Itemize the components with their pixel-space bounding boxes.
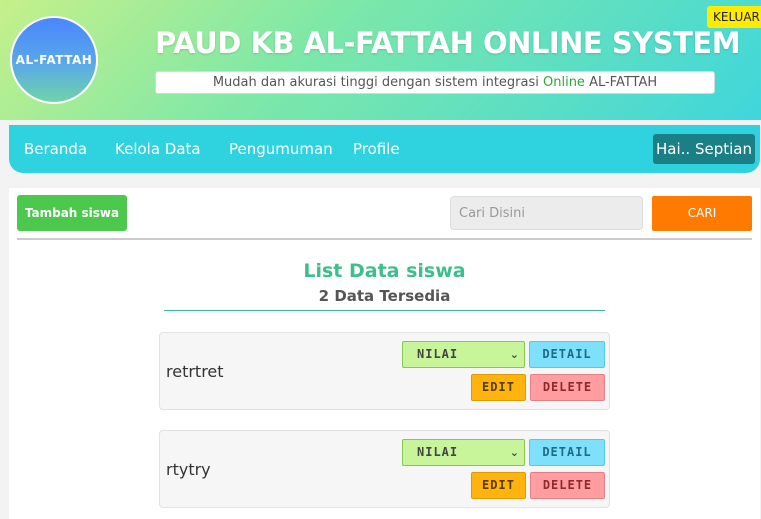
list-item: retrtret NILAI ⌄ DETAIL EDIT DELETE [159, 332, 610, 410]
tagline: Mudah dan akurasi tinggi dengan sistem i… [155, 71, 715, 94]
detail-button[interactable]: DETAIL [529, 439, 605, 466]
search-input[interactable] [450, 196, 643, 230]
edit-button[interactable]: EDIT [471, 472, 526, 499]
user-greeting[interactable]: Hai.. Septian [653, 134, 755, 164]
title-divider [164, 310, 605, 311]
content-panel: Tambah siswa CARI List Data siswa 2 Data… [9, 188, 760, 519]
detail-button[interactable]: DETAIL [529, 341, 605, 368]
nav-item-beranda[interactable]: Beranda [24, 125, 87, 173]
divider [17, 238, 752, 240]
nav-item-pengumuman[interactable]: Pengumuman [229, 125, 333, 173]
nilai-select[interactable]: NILAI ⌄ [402, 341, 525, 368]
nilai-select-value: NILAI [417, 347, 459, 361]
list-count: 2 Data Tersedia [318, 287, 451, 305]
delete-button[interactable]: DELETE [530, 374, 605, 401]
main-nav: Beranda Kelola Data Pengumuman Profile H… [9, 125, 760, 173]
tagline-highlight: Online [543, 75, 585, 90]
chevron-down-icon: ⌄ [509, 446, 520, 459]
tagline-text: Mudah dan akurasi tinggi dengan sistem i… [212, 75, 543, 90]
student-name: rtytry [166, 460, 211, 479]
delete-button[interactable]: DELETE [530, 472, 605, 499]
logo-text: AL-FATTAH [15, 53, 93, 67]
tagline-text-end: AL-FATTAH [584, 75, 658, 90]
search-button[interactable]: CARI [652, 196, 752, 231]
site-title: PAUD KB AL-FATTAH ONLINE SYSTEM [155, 26, 741, 60]
logout-button[interactable]: KELUAR [707, 6, 761, 28]
nav-item-profile[interactable]: Profile [353, 125, 400, 173]
chevron-down-icon: ⌄ [509, 348, 520, 361]
nilai-select-value: NILAI [417, 445, 459, 459]
list-item: rtytry NILAI ⌄ DETAIL EDIT DELETE [159, 430, 610, 508]
edit-button[interactable]: EDIT [471, 374, 526, 401]
student-name: retrtret [166, 362, 224, 381]
add-student-button[interactable]: Tambah siswa [17, 195, 127, 231]
site-header: AL-FATTAH PAUD KB AL-FATTAH ONLINE SYSTE… [0, 0, 761, 120]
list-title: List Data siswa [303, 260, 466, 282]
nilai-select[interactable]: NILAI ⌄ [402, 439, 525, 466]
nav-item-kelola-data[interactable]: Kelola Data [115, 125, 201, 173]
logo: AL-FATTAH [10, 16, 98, 104]
